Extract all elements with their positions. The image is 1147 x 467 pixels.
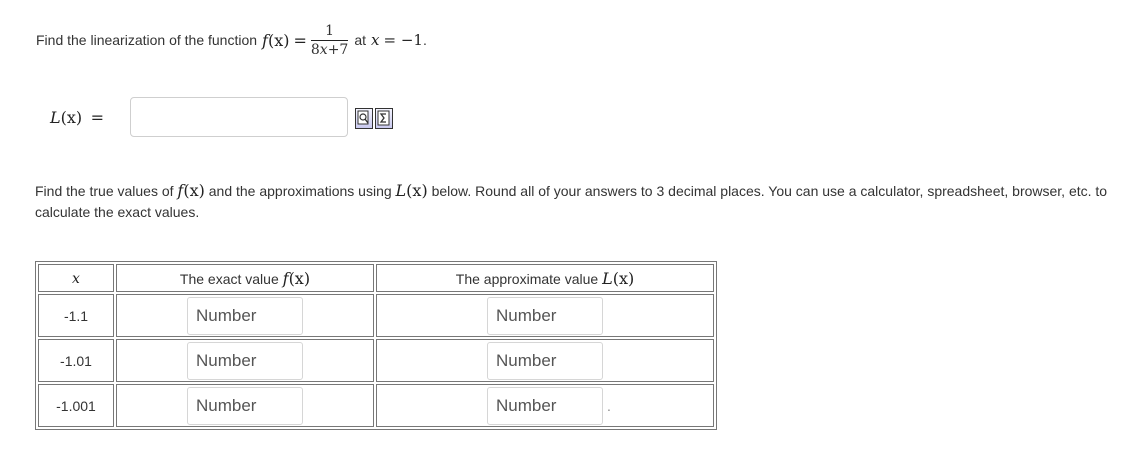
approx-value-input[interactable] bbox=[487, 341, 603, 380]
header-approx-arg: (x) bbox=[612, 268, 635, 288]
fraction-numerator: 1 bbox=[325, 22, 335, 39]
approx-value-cell bbox=[376, 384, 714, 427]
answer-table: x The exact value f(x) The approximate v… bbox=[35, 261, 717, 430]
at-text: at bbox=[354, 32, 367, 48]
row-x-value: -1.001 bbox=[38, 384, 114, 427]
approx-value-input[interactable] bbox=[487, 386, 603, 425]
linearization-input[interactable] bbox=[130, 97, 348, 137]
exact-value-cell bbox=[116, 294, 374, 337]
table-row: -1.001 bbox=[38, 384, 714, 427]
point-value: = −1 bbox=[383, 31, 423, 49]
exact-value-cell bbox=[116, 339, 374, 382]
linearization-equals: = bbox=[90, 108, 104, 127]
problem-period: . bbox=[422, 32, 427, 48]
header-approx-value: The approximate value L(x) bbox=[376, 264, 714, 292]
table-header-row: x The exact value f(x) The approximate v… bbox=[38, 264, 714, 292]
header-x: x bbox=[38, 264, 114, 292]
function-argument: (x) bbox=[267, 30, 290, 50]
fraction-denominator: 8x+7 bbox=[311, 41, 348, 57]
header-exact-label: The exact value bbox=[179, 270, 279, 287]
function-fraction: 1 8x+7 bbox=[310, 22, 349, 57]
instructions-text-before: Find the true values of bbox=[35, 183, 174, 199]
equals-sign: = bbox=[293, 30, 307, 50]
linearization-arg: (x) bbox=[60, 108, 83, 127]
header-approx-label: The approximate value bbox=[455, 270, 599, 287]
denominator-coefficient: 8 bbox=[310, 41, 320, 58]
instructions-approx-arg: (x) bbox=[406, 181, 428, 200]
exact-value-cell bbox=[116, 384, 374, 427]
point-variable: x bbox=[371, 31, 380, 49]
instructions-approx: L bbox=[395, 181, 407, 200]
denominator-rest: +7 bbox=[327, 41, 349, 58]
approx-value-cell bbox=[376, 339, 714, 382]
row-x-value: -1.01 bbox=[38, 339, 114, 382]
linearization-func: L bbox=[50, 108, 61, 127]
denominator-variable: x bbox=[319, 41, 328, 58]
instructions-text-middle: and the approximations using bbox=[208, 183, 392, 199]
header-x-var: x bbox=[72, 270, 80, 287]
problem-prefix-text: Find the linearization of the function bbox=[36, 32, 258, 48]
preview-icon[interactable] bbox=[355, 108, 373, 129]
header-exact-value: The exact value f(x) bbox=[116, 264, 374, 292]
trailing-dot: . bbox=[607, 398, 611, 414]
instructions-paragraph: Find the true values of f(x) and the app… bbox=[35, 180, 1115, 223]
approx-value-input[interactable] bbox=[487, 296, 603, 335]
header-approx-func: L bbox=[602, 268, 613, 288]
exact-value-input[interactable] bbox=[187, 386, 303, 425]
table-row: -1.01 bbox=[38, 339, 714, 382]
approx-value-cell bbox=[376, 294, 714, 337]
instructions-func-arg: (x) bbox=[183, 181, 205, 200]
row-x-value: -1.1 bbox=[38, 294, 114, 337]
exact-value-input[interactable] bbox=[187, 296, 303, 335]
header-exact-arg: (x) bbox=[288, 268, 311, 288]
table-row: -1.1 bbox=[38, 294, 714, 337]
exact-value-input[interactable] bbox=[187, 341, 303, 380]
problem-statement: Find the linearization of the function f… bbox=[36, 22, 427, 57]
linearization-row: L(x) = bbox=[50, 97, 393, 139]
equation-editor-icon[interactable] bbox=[375, 108, 393, 129]
linearization-label: L(x) = bbox=[50, 108, 130, 128]
